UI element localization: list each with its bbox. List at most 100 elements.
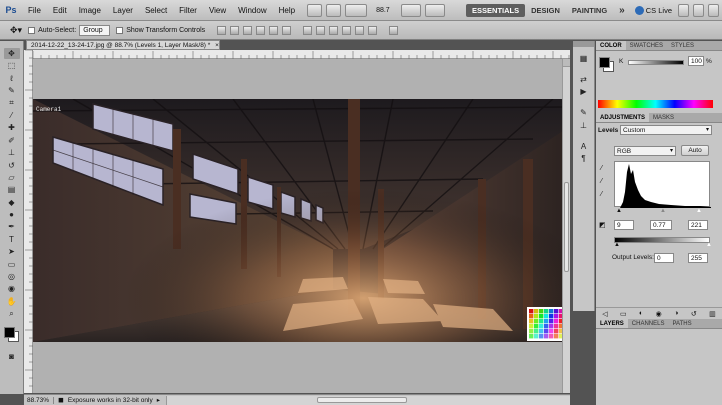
input-gamma-field[interactable]: 0.77 xyxy=(650,220,672,230)
document-tab[interactable]: 2014-12-22_13-24-17.jpg @ 88.7% (Levels … xyxy=(26,40,220,50)
dock-handle[interactable] xyxy=(573,41,594,47)
zoom-field[interactable]: 88.73% xyxy=(24,396,54,404)
status-menu-icon[interactable]: ▸ xyxy=(157,396,160,404)
align-top-icon[interactable] xyxy=(217,25,227,35)
white-point-eyedropper-icon[interactable]: ⁄ xyxy=(601,191,602,198)
paragraph-panel-icon[interactable]: ¶ xyxy=(576,153,592,164)
eyedropper-tool-icon[interactable]: ⁄ xyxy=(4,110,20,121)
color-swatches[interactable] xyxy=(0,323,23,345)
white-input-slider-icon[interactable]: ▲ xyxy=(696,208,702,214)
marquee-tool-icon[interactable]: ⬚ xyxy=(4,60,20,71)
path-selection-tool-icon[interactable]: ➤ xyxy=(4,246,20,257)
color-spectrum-bar[interactable] xyxy=(598,100,713,108)
delete-adjustment-icon[interactable]: ▥ xyxy=(709,310,716,318)
align-bottom-icon[interactable] xyxy=(243,25,253,35)
quick-selection-tool-icon[interactable]: ✎ xyxy=(4,85,20,96)
menu-edit[interactable]: Edit xyxy=(47,6,73,15)
menu-image[interactable]: Image xyxy=(73,6,107,15)
brush-panel-icon[interactable]: ✎ xyxy=(576,107,592,118)
mini-bridge-panel-icon[interactable]: ▦ xyxy=(576,53,592,64)
maximize-icon[interactable] xyxy=(693,3,704,17)
minimize-icon[interactable] xyxy=(678,3,689,17)
reset-icon[interactable]: ↺ xyxy=(691,310,697,318)
tab-swatches[interactable]: SWATCHES xyxy=(626,41,667,50)
pen-tool-icon[interactable]: ✒ xyxy=(4,221,20,232)
auto-select-checkbox[interactable] xyxy=(28,26,36,34)
workspace-more-icon[interactable]: » xyxy=(613,3,631,18)
close-window-icon[interactable] xyxy=(708,3,719,17)
healing-brush-tool-icon[interactable]: ✚ xyxy=(4,122,20,133)
scroll-up-icon[interactable] xyxy=(563,59,570,67)
menu-file[interactable]: File xyxy=(22,6,47,15)
blur-tool-icon[interactable]: ◆ xyxy=(4,197,20,208)
tab-layers[interactable]: LAYERS xyxy=(596,319,628,328)
bridge-icon[interactable] xyxy=(307,3,323,17)
workspace-essentials[interactable]: ESSENTIALS xyxy=(466,3,526,17)
levels-auto-button[interactable]: Auto xyxy=(681,145,709,156)
workspace-design[interactable]: DESIGN xyxy=(525,4,566,17)
shape-tool-icon[interactable]: ▭ xyxy=(4,259,20,270)
view-previous-icon[interactable]: ◑ xyxy=(674,310,678,317)
distribute-top-icon[interactable] xyxy=(303,25,313,35)
distribute-left-icon[interactable] xyxy=(342,25,352,35)
cs-live-button[interactable]: CS Live xyxy=(634,5,672,15)
screen-mode-icon[interactable] xyxy=(425,3,446,17)
gray-point-eyedropper-icon[interactable]: ⁄ xyxy=(601,178,602,185)
distribute-vcenter-icon[interactable] xyxy=(316,25,326,35)
move-tool-icon[interactable]: ✥ xyxy=(3,48,20,59)
menu-view[interactable]: View xyxy=(203,6,232,15)
3d-rotate-tool-icon[interactable]: ◎ xyxy=(4,271,20,282)
dodge-tool-icon[interactable]: ● xyxy=(4,209,20,220)
output-white-slider-icon[interactable]: ▲ xyxy=(706,242,712,248)
distribute-right-icon[interactable] xyxy=(368,25,378,35)
align-vcenter-icon[interactable] xyxy=(230,25,240,35)
tab-paths[interactable]: PATHS xyxy=(668,319,695,328)
distribute-hcenter-icon[interactable] xyxy=(355,25,365,35)
tab-adjustments[interactable]: ADJUSTMENTS xyxy=(596,113,650,122)
move-tool-preset-icon[interactable]: ✥▾ xyxy=(10,25,22,36)
auto-align-layers-icon[interactable] xyxy=(389,25,399,35)
menu-select[interactable]: Select xyxy=(139,6,173,15)
input-black-field[interactable]: 9 xyxy=(614,220,634,230)
eraser-tool-icon[interactable]: ▱ xyxy=(4,172,20,183)
lasso-tool-icon[interactable]: ℓ xyxy=(4,73,20,84)
output-black-field[interactable]: 0 xyxy=(654,253,674,263)
tab-masks[interactable]: MASKS xyxy=(649,113,678,122)
scroll-thumb[interactable] xyxy=(564,182,569,272)
k-value-field[interactable]: 100 xyxy=(688,56,704,66)
menu-filter[interactable]: Filter xyxy=(173,6,203,15)
brush-tool-icon[interactable]: ✐ xyxy=(4,135,20,146)
expand-view-icon[interactable]: ▭ xyxy=(620,310,627,318)
preset-chevron-down-icon[interactable]: ▾ xyxy=(706,126,709,133)
color-fg-swatch[interactable] xyxy=(599,57,610,68)
distribute-bottom-icon[interactable] xyxy=(329,25,339,35)
show-transform-controls-checkbox[interactable] xyxy=(116,26,124,34)
history-brush-tool-icon[interactable]: ↺ xyxy=(4,160,20,171)
levels-preset-select[interactable]: Custom xyxy=(620,125,712,135)
horizontal-scroll-thumb[interactable] xyxy=(316,396,407,403)
horizontal-scrollbar[interactable] xyxy=(165,395,570,405)
black-point-eyedropper-icon[interactable]: ⁄ xyxy=(601,165,602,172)
clone-stamp-tool-icon[interactable]: ⊥ xyxy=(4,147,20,158)
character-panel-icon[interactable]: A xyxy=(576,141,592,152)
arrange-documents-icon[interactable] xyxy=(401,3,422,17)
mini-bridge-icon[interactable] xyxy=(326,3,342,17)
align-hcenter-icon[interactable] xyxy=(269,25,279,35)
output-gradient-bar[interactable] xyxy=(614,237,710,243)
channel-chevron-down-icon[interactable]: ▾ xyxy=(670,147,673,154)
align-left-icon[interactable] xyxy=(256,25,266,35)
levels-channel-select[interactable]: RGB xyxy=(614,146,676,156)
gamma-input-slider-icon[interactable]: ▲ xyxy=(660,208,666,214)
close-document-icon[interactable]: × xyxy=(215,42,219,49)
type-tool-icon[interactable]: T xyxy=(4,234,20,245)
zoom-level-select[interactable]: 88.7 xyxy=(373,5,399,16)
tab-styles[interactable]: STYLES xyxy=(667,41,698,50)
tab-color[interactable]: COLOR xyxy=(596,41,626,50)
zoom-tool-icon[interactable]: ⌕ xyxy=(4,308,20,319)
clip-to-layer-icon[interactable]: ◐ xyxy=(639,310,643,317)
status-info-icon[interactable]: ◼ xyxy=(58,396,64,404)
view-extras-icon[interactable] xyxy=(345,3,368,17)
k-slider[interactable] xyxy=(628,60,684,65)
document-image[interactable]: Camera1 xyxy=(33,99,566,342)
crop-tool-icon[interactable]: ⌗ xyxy=(4,98,20,109)
